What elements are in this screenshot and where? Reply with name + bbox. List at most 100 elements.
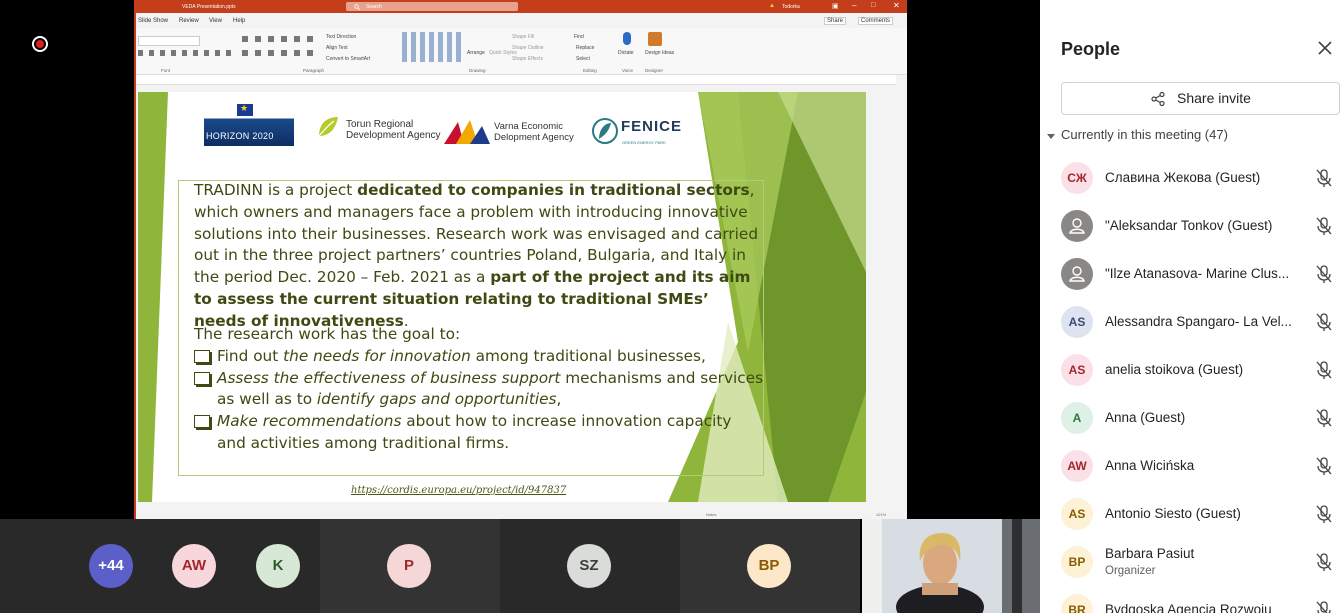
recording-indicator-icon	[32, 36, 48, 52]
mic-muted-icon[interactable]	[1314, 168, 1334, 188]
paragraph-buttons[interactable]	[242, 36, 320, 42]
shape-outline-button[interactable]: Shape Outline	[512, 45, 544, 51]
mic-muted-icon[interactable]	[1314, 360, 1334, 380]
avatar	[1061, 210, 1093, 242]
group-paragraph: Paragraph	[303, 68, 325, 73]
ppt-search-box[interactable]: Search	[346, 2, 518, 11]
participant-name: Antonio Siesto (Guest)	[1105, 506, 1241, 521]
font-format-buttons[interactable]	[138, 50, 233, 56]
participant-role: Organizer	[1105, 565, 1156, 577]
share-invite-label: Share invite	[1177, 90, 1251, 106]
participant-row[interactable]: AW Anna Wicińska	[1040, 450, 1343, 498]
participant-row[interactable]: AS Alessandra Spangaro- La Vel...	[1040, 306, 1343, 354]
warning-icon: ▲	[769, 3, 775, 9]
share-label: Share	[827, 18, 844, 24]
alignment-buttons[interactable]	[242, 50, 320, 56]
participant-name: Bydgoska Agencja Rozwoju	[1105, 602, 1272, 613]
shapes-gallery[interactable]	[402, 32, 462, 62]
participant-row[interactable]: A Anna (Guest)	[1040, 402, 1343, 450]
ppt-user-name[interactable]: Todorka	[782, 4, 800, 10]
participant-row[interactable]: AS anelia stoikova (Guest)	[1040, 354, 1343, 402]
search-icon	[354, 3, 360, 10]
design-ideas-icon[interactable]	[648, 32, 662, 46]
participant-row[interactable]: BP Barbara Pasiut Organizer	[1040, 546, 1343, 594]
participant-name: Barbara Pasiut	[1105, 546, 1195, 561]
ppt-ribbon: Text Direction Align Text Convert to Sma…	[136, 28, 907, 75]
para-bold-1: dedicated to companies in traditional se…	[357, 181, 750, 199]
varna-logo-text: Varna Economic Delopment Agency	[494, 121, 574, 143]
maximize-icon[interactable]: □	[871, 2, 875, 9]
goal-text: among traditional businesses,	[470, 346, 706, 365]
text-direction-button[interactable]: Text Direction	[326, 34, 356, 40]
participant-name: "Aleksandar Tonkov (Guest)	[1105, 218, 1273, 233]
share-icon	[1151, 91, 1165, 107]
zoom-level[interactable]: 121%	[876, 512, 886, 517]
varna-logo-icon	[444, 120, 490, 144]
mic-muted-icon[interactable]	[1314, 552, 1334, 572]
find-button[interactable]: Find	[574, 34, 584, 40]
mic-muted-icon[interactable]	[1314, 312, 1334, 332]
minimize-icon[interactable]: –	[852, 1, 856, 10]
font-name-dropdown[interactable]	[138, 36, 200, 46]
goal-item: Assess the effectiveness of business sup…	[194, 368, 764, 412]
share-invite-button[interactable]: Share invite	[1061, 82, 1340, 115]
ppt-comments-button[interactable]: Comments	[858, 17, 894, 25]
checkbox-bullet-icon	[194, 371, 210, 385]
ppt-file-title: VEDA Presentation.pptx	[182, 4, 236, 10]
dictate-button[interactable]: Dictate	[618, 50, 634, 56]
mic-muted-icon[interactable]	[1314, 408, 1334, 428]
goals-intro: The research work has the goal to:	[194, 325, 461, 343]
microphone-icon[interactable]	[623, 32, 631, 45]
group-designer: Designer	[645, 68, 664, 73]
menu-help[interactable]: Help	[233, 18, 245, 24]
meeting-count-label: Currently in this meeting (47)	[1061, 127, 1228, 142]
cordis-link[interactable]: https://cordis.europa.eu/project/id/9478…	[351, 485, 566, 496]
close-icon[interactable]	[1315, 38, 1335, 58]
goal-emphasis: Make recommendations	[217, 412, 402, 431]
gallery-avatar: K	[256, 544, 300, 588]
select-button[interactable]: Select	[576, 56, 590, 62]
design-ideas-button[interactable]: Design Ideas	[645, 50, 674, 56]
participant-name: "Ilze Atanasova- Marine Clus...	[1105, 266, 1290, 281]
notes-button[interactable]: Notes	[706, 512, 716, 517]
overflow-participants-badge[interactable]: +44	[89, 544, 133, 588]
participant-name: Alessandra Spangaro- La Vel...	[1105, 314, 1292, 329]
participant-row[interactable]: BR Bydgoska Agencja Rozwoju	[1040, 594, 1343, 613]
convert-smartart-button[interactable]: Convert to SmartArt	[326, 56, 370, 62]
horizontal-ruler	[136, 75, 896, 85]
participant-name: Anna (Guest)	[1105, 410, 1186, 425]
ppt-share-button[interactable]: Share	[824, 17, 847, 25]
participant-row[interactable]: "Aleksandar Tonkov (Guest)	[1040, 210, 1343, 258]
menu-view[interactable]: View	[209, 18, 222, 24]
goal-emphasis: Assess the effectiveness of business sup…	[217, 368, 561, 387]
menu-review[interactable]: Review	[179, 18, 199, 24]
goals-section: The research work has the goal to: Find …	[194, 324, 764, 455]
people-panel: People Share invite Currently in this me…	[1040, 0, 1343, 613]
slide: HORIZON 2020 Torun Regional Development …	[138, 92, 866, 502]
chevron-down-icon	[1047, 133, 1055, 139]
participant-row[interactable]: AS Antonio Siesto (Guest)	[1040, 498, 1343, 546]
replace-button[interactable]: Replace	[576, 45, 594, 51]
goal-text: ,	[556, 390, 562, 409]
menu-slide-show[interactable]: Slide Show	[138, 18, 168, 24]
mic-muted-icon[interactable]	[1314, 264, 1334, 284]
mic-muted-icon[interactable]	[1314, 456, 1334, 476]
participant-row[interactable]: СЖ Славина Жекова (Guest)	[1040, 162, 1343, 210]
checkbox-bullet-icon	[194, 415, 210, 429]
shape-fill-button[interactable]: Shape Fill	[512, 34, 534, 40]
meeting-section-header[interactable]: Currently in this meeting (47)	[1047, 127, 1228, 142]
ppt-title-bar: VEDA Presentation.pptx Search ▲ Todorka …	[136, 0, 907, 13]
close-icon[interactable]: ✕	[893, 1, 900, 10]
arrange-button[interactable]: Arrange	[467, 50, 485, 56]
participant-row[interactable]: "Ilze Atanasova- Marine Clus...	[1040, 258, 1343, 306]
ppt-search-placeholder: Search	[366, 4, 382, 10]
group-drawing: Drawing	[469, 68, 486, 73]
checkbox-bullet-icon	[194, 349, 210, 363]
ribbon-display-icon[interactable]: ▣	[832, 2, 839, 10]
align-text-button[interactable]: Align Text	[326, 45, 348, 51]
shape-effects-button[interactable]: Shape Effects	[512, 56, 543, 62]
mic-muted-icon[interactable]	[1314, 216, 1334, 236]
mic-muted-icon[interactable]	[1314, 504, 1334, 524]
intro-paragraph: TRADINN is a project dedicated to compan…	[194, 180, 759, 333]
mic-muted-icon[interactable]	[1314, 600, 1334, 613]
